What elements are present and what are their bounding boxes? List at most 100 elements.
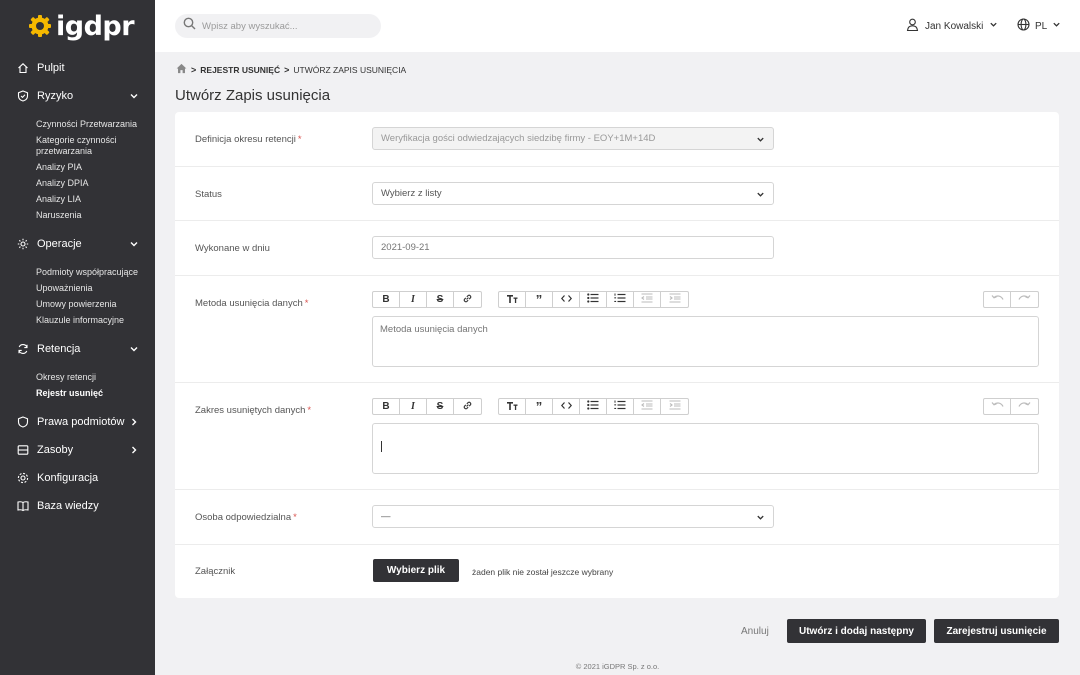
toolbar-group-blocks: ” — [498, 398, 689, 415]
sidebar-item-pulpit[interactable]: Pulpit — [0, 54, 155, 82]
chevron-down-icon — [989, 20, 998, 32]
undo-button[interactable] — [984, 292, 1011, 307]
shield-icon — [16, 416, 29, 429]
link-icon — [462, 400, 473, 414]
sidebar-subitem[interactable]: Umowy powierzenia — [0, 299, 155, 310]
indent-icon — [669, 293, 681, 306]
outdent-button[interactable] — [634, 292, 661, 307]
subnav-operacje: Podmioty współpracujące Upoważnienia Umo… — [0, 258, 155, 335]
indent-button[interactable] — [661, 292, 688, 307]
bullet-list-button[interactable] — [580, 399, 607, 414]
sidebar-item-retencja[interactable]: Retencja — [0, 335, 155, 363]
sidebar-subitem[interactable]: Upoważnienia — [0, 283, 155, 294]
heading-button[interactable] — [499, 292, 526, 307]
chevron-down-icon — [756, 190, 765, 202]
subnav-retencja: Okresy retencji Rejestr usunięć — [0, 363, 155, 408]
code-button[interactable] — [553, 399, 580, 414]
numbered-list-button[interactable] — [607, 399, 634, 414]
bold-button[interactable]: B — [373, 399, 400, 414]
redo-button[interactable] — [1011, 399, 1038, 414]
sidebar-subitem[interactable]: Analizy PIA — [0, 162, 155, 173]
link-button[interactable] — [454, 399, 481, 414]
page-title: Utwórz Zapis usunięcia — [175, 87, 331, 104]
date-input[interactable] — [372, 236, 774, 259]
choose-file-button[interactable]: Wybierz plik — [373, 559, 459, 582]
redo-icon — [1018, 294, 1031, 306]
field-label: Wykonane w dniu — [195, 243, 270, 254]
book-icon — [16, 500, 29, 513]
undo-button[interactable] — [984, 399, 1011, 414]
search-input[interactable] — [202, 20, 372, 32]
sidebar-subitem[interactable]: Naruszenia — [0, 210, 155, 221]
strikethrough-button[interactable]: S — [427, 292, 454, 307]
field-label: Zakres usuniętych danych * — [195, 405, 312, 416]
outdent-icon — [641, 400, 653, 413]
sidebar-item-operacje[interactable]: Operacje — [0, 230, 155, 258]
breadcrumb-item-rejestr[interactable]: REJESTR USUNIĘĆ — [200, 65, 280, 75]
heading-button[interactable] — [499, 399, 526, 414]
breadcrumb-item-current: UTWÓRZ ZAPIS USUNIĘCIA — [293, 64, 407, 75]
sidebar-subitem[interactable]: Podmioty współpracujące — [0, 267, 155, 278]
create-and-next-button[interactable]: Utwórz i dodaj następny — [787, 619, 926, 643]
redo-icon — [1018, 401, 1031, 413]
indent-icon — [669, 400, 681, 413]
quote-button[interactable]: ” — [526, 399, 553, 414]
method-editor[interactable] — [372, 316, 1039, 367]
chevron-down-icon — [1052, 20, 1061, 32]
sidebar-item-prawa-podmiotow[interactable]: Prawa podmiotów — [0, 408, 155, 436]
search-box[interactable] — [175, 14, 381, 38]
status-select[interactable]: Wybierz z listy — [372, 182, 774, 205]
file-status-text: żaden plik nie został jeszcze wybrany — [472, 567, 614, 577]
sidebar: igdpr Pulpit Ryzyko Czynności Przetwarza… — [0, 0, 155, 675]
status-select-value: Wybierz z listy — [381, 188, 442, 199]
sidebar-subitem[interactable]: Kategorie czynności przetwarzania — [0, 135, 155, 157]
sidebar-item-baza-wiedzy[interactable]: Baza wiedzy — [0, 492, 155, 520]
sidebar-subitem[interactable]: Klauzule informacyjne — [0, 315, 155, 326]
text-caret — [381, 441, 382, 452]
user-name: Jan Kowalski — [925, 20, 984, 32]
code-button[interactable] — [553, 292, 580, 307]
chevron-down-icon — [129, 91, 139, 101]
home-icon[interactable] — [176, 63, 187, 76]
bullet-list-icon — [587, 400, 599, 413]
retention-select[interactable]: Weryfikacja gości odwiedzających siedzib… — [372, 127, 774, 150]
bold-button[interactable]: B — [373, 292, 400, 307]
user-menu[interactable]: Jan Kowalski — [906, 18, 998, 34]
language-selector[interactable]: PL — [1017, 18, 1061, 34]
sidebar-subitem[interactable]: Okresy retencji — [0, 372, 155, 383]
sidebar-subitem[interactable]: Czynności Przetwarzania — [0, 119, 155, 130]
cog-icon — [16, 472, 29, 485]
shield-check-icon — [16, 90, 29, 103]
strikethrough-button[interactable]: S — [427, 399, 454, 414]
sidebar-item-konfiguracja[interactable]: Konfiguracja — [0, 464, 155, 492]
sidebar-subitem[interactable]: Analizy LIA — [0, 194, 155, 205]
sidebar-item-zasoby[interactable]: Zasoby — [0, 436, 155, 464]
register-deletion-button[interactable]: Zarejestruj usunięcie — [934, 619, 1059, 643]
sidebar-subitem[interactable]: Analizy DPIA — [0, 178, 155, 189]
scope-editor[interactable] — [372, 423, 1039, 474]
link-button[interactable] — [454, 292, 481, 307]
breadcrumb-separator: > — [191, 64, 197, 75]
form-row-date: Wykonane w dniu — [175, 221, 1059, 276]
italic-button[interactable]: I — [400, 292, 427, 307]
sidebar-item-ryzyko[interactable]: Ryzyko — [0, 82, 155, 110]
numbered-list-button[interactable] — [607, 292, 634, 307]
logo-gear-icon — [28, 14, 52, 38]
italic-button[interactable]: I — [400, 399, 427, 414]
link-icon — [462, 293, 473, 307]
bullet-list-button[interactable] — [580, 292, 607, 307]
logo[interactable]: igdpr — [0, 0, 155, 52]
outdent-button[interactable] — [634, 399, 661, 414]
toolbar-group-blocks: ” — [498, 291, 689, 308]
redo-button[interactable] — [1011, 292, 1038, 307]
quote-button[interactable]: ” — [526, 292, 553, 307]
chevron-right-icon — [129, 417, 139, 427]
sidebar-subitem-active[interactable]: Rejestr usunięć — [0, 388, 155, 399]
cancel-button[interactable]: Anuluj — [741, 626, 769, 637]
person-select[interactable]: — — [372, 505, 774, 528]
indent-button[interactable] — [661, 399, 688, 414]
field-label: Załącznik — [195, 566, 236, 577]
editor-toolbar: B I S ” — [372, 398, 705, 415]
globe-icon — [1017, 18, 1030, 34]
gear-icon — [16, 238, 29, 251]
